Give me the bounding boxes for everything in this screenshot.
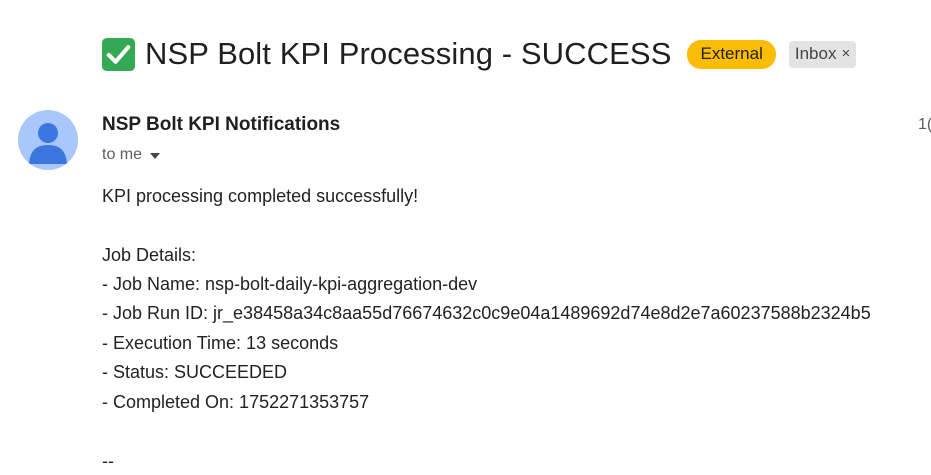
recipient-details[interactable]: to me	[102, 146, 161, 164]
body-job-run-id: - Job Run ID: jr_e38458a34c8aa55d7667463…	[102, 303, 871, 323]
inbox-label[interactable]: Inbox ×	[788, 40, 857, 68]
body-execution-time: - Execution Time: 13 seconds	[102, 333, 339, 353]
person-icon	[29, 123, 67, 164]
body-intro: KPI processing completed successfully!	[102, 186, 419, 206]
inbox-label-text: Inbox	[794, 43, 837, 63]
signature-separator: --	[102, 451, 114, 471]
message-timestamp: 1(	[918, 116, 931, 133]
external-label: External	[687, 39, 776, 69]
check-mark-icon	[101, 37, 136, 71]
recipient-text: to me	[102, 146, 143, 163]
remove-label-icon[interactable]: ×	[841, 44, 850, 64]
body-status: - Status: SUCCEEDED	[102, 362, 288, 382]
email-subject: NSP Bolt KPI Processing - SUCCESS	[145, 36, 672, 71]
body-completed-on: - Completed On: 1752271353757	[102, 392, 370, 412]
subject-row: NSP Bolt KPI Processing - SUCCESS Extern…	[101, 36, 857, 72]
body-details-heading: Job Details:	[102, 245, 197, 265]
chevron-down-icon[interactable]	[150, 153, 161, 159]
sender-name[interactable]: NSP Bolt KPI Notifications	[102, 114, 340, 136]
email-view: NSP Bolt KPI Processing - SUCCESS Extern…	[0, 0, 931, 475]
body-job-name: - Job Name: nsp-bolt-daily-kpi-aggregati…	[102, 274, 478, 294]
sender-avatar[interactable]	[18, 110, 78, 170]
